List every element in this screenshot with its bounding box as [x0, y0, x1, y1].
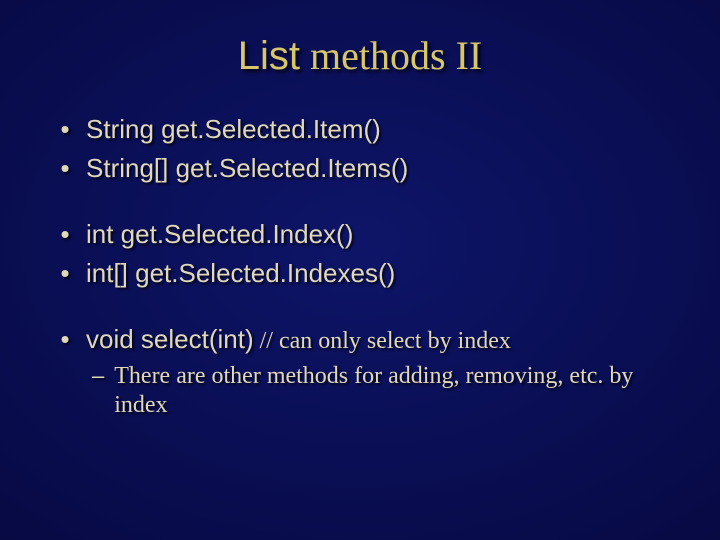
bullet-text: String get.Selected.Item() [86, 113, 381, 146]
bullet-dot-icon: • [58, 116, 72, 142]
bullet-text: int get.Selected.Index() [86, 218, 353, 251]
bullet-dot-icon: • [58, 260, 72, 286]
bullet-dot-icon: • [58, 326, 72, 352]
title-word-1: List [238, 34, 300, 78]
slide-content: • String get.Selected.Item() • String[] … [48, 113, 672, 420]
bullet-main: void select(int) [86, 324, 254, 354]
bullet-dot-icon: • [58, 221, 72, 247]
bullet-dot-icon: • [58, 155, 72, 181]
dash-icon: – [92, 363, 104, 389]
bullet-item: • int get.Selected.Index() [58, 218, 672, 251]
bullet-item: • String[] get.Selected.Items() [58, 152, 672, 185]
title-rest: methods II [300, 33, 482, 78]
bullet-item: • int[] get.Selected.Indexes() [58, 257, 672, 290]
bullet-group-3: • void select(int) // can only select by… [58, 323, 672, 420]
bullet-group-2: • int get.Selected.Index() • int[] get.S… [58, 218, 672, 289]
bullet-text: void select(int) // can only select by i… [86, 323, 511, 356]
bullet-item: • String get.Selected.Item() [58, 113, 672, 146]
bullet-text: String[] get.Selected.Items() [86, 152, 408, 185]
slide: List methods II • String get.Selected.It… [0, 0, 720, 540]
bullet-text: int[] get.Selected.Indexes() [86, 257, 395, 290]
bullet-comment: // can only select by index [254, 328, 511, 354]
sub-bullet-text: There are other methods for adding, remo… [114, 362, 672, 420]
slide-title: List methods II [48, 32, 672, 79]
bullet-item: • void select(int) // can only select by… [58, 323, 672, 356]
sub-bullet-item: – There are other methods for adding, re… [92, 362, 672, 420]
bullet-group-1: • String get.Selected.Item() • String[] … [58, 113, 672, 184]
